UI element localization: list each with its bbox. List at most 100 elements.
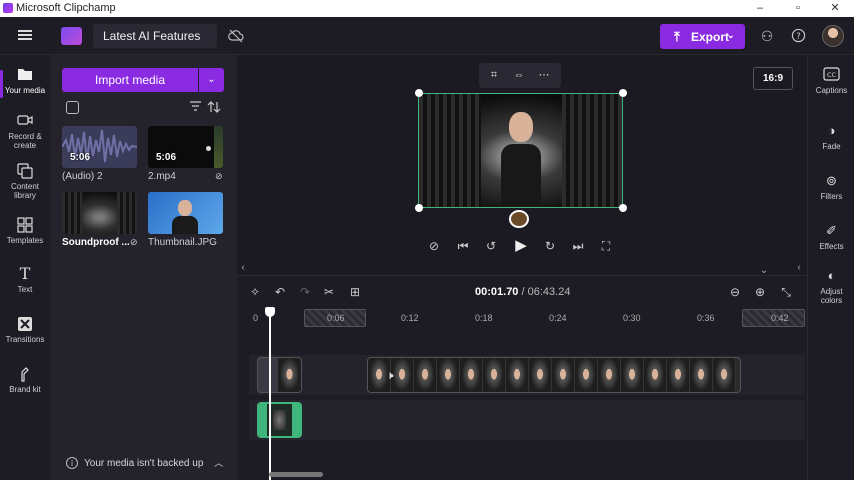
collapse-left-icon[interactable]: ‹ xyxy=(237,262,249,274)
ruler-tick: 0:42 xyxy=(771,313,789,323)
presenter-figure xyxy=(501,112,541,207)
ruler-tick: 0 xyxy=(253,313,259,323)
panel-effects[interactable]: ✐ Effects xyxy=(808,223,854,251)
nav-your-media[interactable]: Your media xyxy=(0,67,50,98)
panel-adjust-colors[interactable]: ◐ Adjust colors xyxy=(808,268,854,305)
video-clip-main[interactable]: 🕨 xyxy=(367,357,741,393)
rotate-handle[interactable] xyxy=(509,210,529,228)
collapse-right-icon[interactable]: ‹ xyxy=(793,262,805,274)
resize-handle[interactable] xyxy=(415,204,423,212)
ruler-tick: 0:36 xyxy=(697,313,715,323)
zoom-in-icon[interactable]: ⊕ xyxy=(752,284,768,300)
select-all-checkbox[interactable] xyxy=(66,101,79,114)
nav-brand-kit[interactable]: Brand kit xyxy=(0,366,50,394)
nav-record-create[interactable]: Record & create xyxy=(0,113,50,150)
video-edge xyxy=(214,126,223,168)
import-media-button[interactable]: Import media xyxy=(62,68,198,92)
app-header: Latest AI Features ⤒ Export ⌄ ⚇ ? xyxy=(0,17,854,55)
resize-handle[interactable] xyxy=(415,89,423,97)
share-people-icon[interactable]: ⚇ xyxy=(759,28,775,44)
rewind-5-icon[interactable]: ↺ xyxy=(483,238,499,254)
upload-icon: ⤒ xyxy=(674,29,680,44)
zoom-out-icon[interactable]: ⊖ xyxy=(727,284,743,300)
nav-label: Record & create xyxy=(8,132,42,150)
timeline-scrollbar[interactable] xyxy=(269,472,323,477)
presenter-body xyxy=(501,144,541,207)
fade-icon: ◑ xyxy=(827,123,836,138)
nav-text[interactable]: T Text xyxy=(0,266,50,295)
clip-frame xyxy=(278,358,301,392)
video-preview[interactable] xyxy=(418,93,623,208)
panel-fade[interactable]: ◑ Fade xyxy=(808,123,854,151)
muted-audio-icon: 🕨 xyxy=(386,368,394,382)
preview-area: ⌗ ⇔ ⋯ 16:9 ⊘ ⏮ ↺ ▶ ↻ ⏭ ⛶ ‹ ⌄ ‹ xyxy=(237,55,807,276)
media-thumb-audio[interactable]: 5:06 xyxy=(62,126,137,168)
crop-icon[interactable]: ⌗ xyxy=(487,68,501,82)
chevron-up-icon[interactable]: ︿ xyxy=(214,458,223,468)
resize-handle[interactable] xyxy=(619,204,627,212)
filter-icon[interactable] xyxy=(189,100,203,114)
panel-label: Effects xyxy=(819,242,844,251)
timeline: ✧ ↶ ↷ ✂ ⊞ 00:01.70 / 06:43.24 ⊖ ⊕ ⤡ 0 0:… xyxy=(237,275,807,480)
aspect-ratio-button[interactable]: 16:9 xyxy=(753,67,793,90)
export-label: Export xyxy=(691,30,730,44)
backup-notice[interactable]: i Your media isn't backed up ︿ xyxy=(66,456,223,469)
import-dropdown-button[interactable]: ⌄ xyxy=(199,68,224,92)
cloud-off-icon[interactable] xyxy=(228,28,244,44)
split-icon[interactable]: ✂ xyxy=(321,284,337,300)
menu-icon[interactable] xyxy=(18,30,32,40)
play-icon[interactable]: ▶ xyxy=(513,238,529,254)
magic-icon[interactable]: ✧ xyxy=(247,284,263,300)
forward-5-icon[interactable]: ↻ xyxy=(542,238,558,254)
playhead[interactable] xyxy=(265,307,275,480)
check-circle-icon: ⊘ xyxy=(215,171,223,181)
foam-wall-left xyxy=(62,192,82,234)
fit-icon[interactable]: ⇔ xyxy=(512,68,526,82)
media-thumb-thumbnail[interactable] xyxy=(148,192,223,234)
close-button[interactable]: ✕ xyxy=(815,0,854,17)
video-track: 🕨 xyxy=(249,355,805,395)
nav-content-library[interactable]: Content library xyxy=(0,163,50,200)
foam-wall-left xyxy=(419,94,481,207)
avatar[interactable] xyxy=(822,25,844,47)
fit-timeline-icon[interactable]: ⤡ xyxy=(778,284,794,300)
media-thumb-soundproof[interactable] xyxy=(62,192,137,234)
panel-label: Filters xyxy=(820,192,843,201)
help-icon[interactable]: ? xyxy=(790,28,806,44)
check-circle-icon: ⊘ xyxy=(130,237,138,247)
panel-captions[interactable]: CC Captions xyxy=(808,67,854,95)
more-icon[interactable]: ⋯ xyxy=(537,68,551,82)
export-button[interactable]: ⤒ Export ⌄ xyxy=(660,24,745,49)
add-clip-icon[interactable]: ⊞ xyxy=(347,284,363,300)
selected-clip[interactable] xyxy=(257,402,302,438)
video-clip-thumbnail[interactable] xyxy=(257,357,302,393)
panel-label: Fade xyxy=(822,142,841,151)
presenter-head xyxy=(509,112,533,142)
svg-text:?: ? xyxy=(796,31,800,41)
nav-label: Brand kit xyxy=(9,385,41,394)
camera-off-icon[interactable]: ⊘ xyxy=(426,238,442,254)
media-thumb-video[interactable]: 5:06 xyxy=(148,126,223,168)
redo-icon[interactable]: ↷ xyxy=(297,284,313,300)
undo-icon[interactable]: ↶ xyxy=(272,284,288,300)
nav-templates[interactable]: Templates xyxy=(0,217,50,245)
maximize-button[interactable]: ▫ xyxy=(778,0,818,17)
media-name: 2.mp4 xyxy=(148,171,176,182)
preview-toolbar: ⌗ ⇔ ⋯ xyxy=(479,63,561,88)
skip-forward-icon[interactable]: ⏭ xyxy=(570,238,586,254)
trim-handle-right[interactable] xyxy=(292,404,300,436)
trim-handle-left[interactable] xyxy=(259,404,267,436)
resize-handle[interactable] xyxy=(619,89,627,97)
project-name-field[interactable]: Latest AI Features xyxy=(93,24,217,48)
panel-filters[interactable]: ⊚ Filters xyxy=(808,173,854,201)
nav-transitions[interactable]: Transitions xyxy=(0,316,50,344)
sort-icon[interactable] xyxy=(207,100,221,114)
chevron-down-icon: ⌄ xyxy=(727,30,735,40)
media-name: (Audio) 2 xyxy=(62,171,103,182)
title-bar: Microsoft Clipchamp ‒ ▫ ✕ xyxy=(0,0,854,17)
minimize-button[interactable]: ‒ xyxy=(740,0,780,17)
time-ruler[interactable]: 0 0:06 0:12 0:18 0:24 0:30 0:36 0:42 xyxy=(249,309,805,327)
camera-icon xyxy=(16,113,34,129)
fullscreen-icon[interactable]: ⛶ xyxy=(598,238,614,254)
skip-back-icon[interactable]: ⏮ xyxy=(455,238,471,254)
